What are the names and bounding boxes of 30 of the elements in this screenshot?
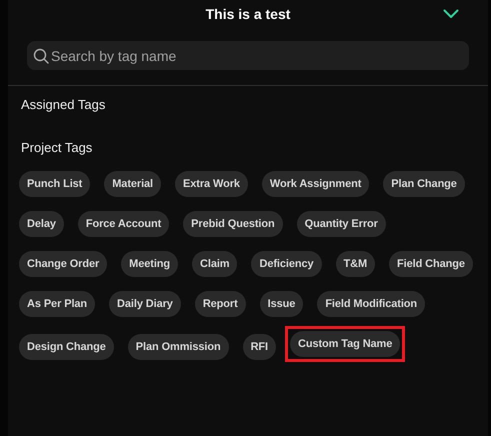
tag-chip[interactable]: Deficiency bbox=[251, 251, 322, 277]
tag-chip[interactable]: Prebid Question bbox=[183, 211, 283, 237]
tag-chip[interactable]: Work Assignment bbox=[262, 171, 370, 197]
tag-chip[interactable]: Issue bbox=[260, 291, 304, 317]
tag-chip[interactable]: Field Change bbox=[389, 251, 473, 277]
tag-chip[interactable]: Meeting bbox=[121, 251, 178, 277]
tag-chip[interactable]: Custom Tag Name bbox=[290, 331, 400, 357]
search-field[interactable]: Search by tag name bbox=[27, 41, 469, 70]
tag-chip[interactable]: Material bbox=[104, 171, 162, 197]
chevron-icon[interactable] bbox=[443, 9, 459, 19]
tag-chip[interactable]: Quantity Error bbox=[296, 211, 386, 237]
tag-chip[interactable]: RFI bbox=[242, 334, 276, 360]
tag-chip[interactable]: Force Account bbox=[78, 211, 170, 237]
tag-chip[interactable]: As Per Plan bbox=[19, 291, 96, 317]
tag-chip[interactable]: Claim bbox=[192, 251, 238, 277]
tag-chip[interactable]: Punch List bbox=[19, 171, 90, 197]
section-heading: Assigned Tags bbox=[21, 97, 106, 113]
tag-chip[interactable]: Design Change bbox=[19, 334, 114, 360]
section-heading: Project Tags bbox=[21, 140, 94, 156]
tag-chip[interactable]: Extra Work bbox=[175, 171, 248, 197]
tag-chip[interactable]: Plan Ommission bbox=[128, 334, 229, 360]
tag-chip[interactable]: Delay bbox=[19, 211, 64, 237]
tag-chip[interactable]: Report bbox=[194, 291, 246, 317]
tag-chip[interactable]: T&M bbox=[336, 251, 376, 277]
search-icon bbox=[33, 48, 49, 64]
tag-chip[interactable]: Daily Diary bbox=[109, 291, 181, 317]
tag-chip[interactable]: Field Modification bbox=[317, 291, 426, 317]
panel-title: This is a test bbox=[206, 6, 290, 22]
tag-chip[interactable]: Plan Change bbox=[383, 171, 465, 197]
tag-chip[interactable]: Change Order bbox=[19, 251, 108, 277]
